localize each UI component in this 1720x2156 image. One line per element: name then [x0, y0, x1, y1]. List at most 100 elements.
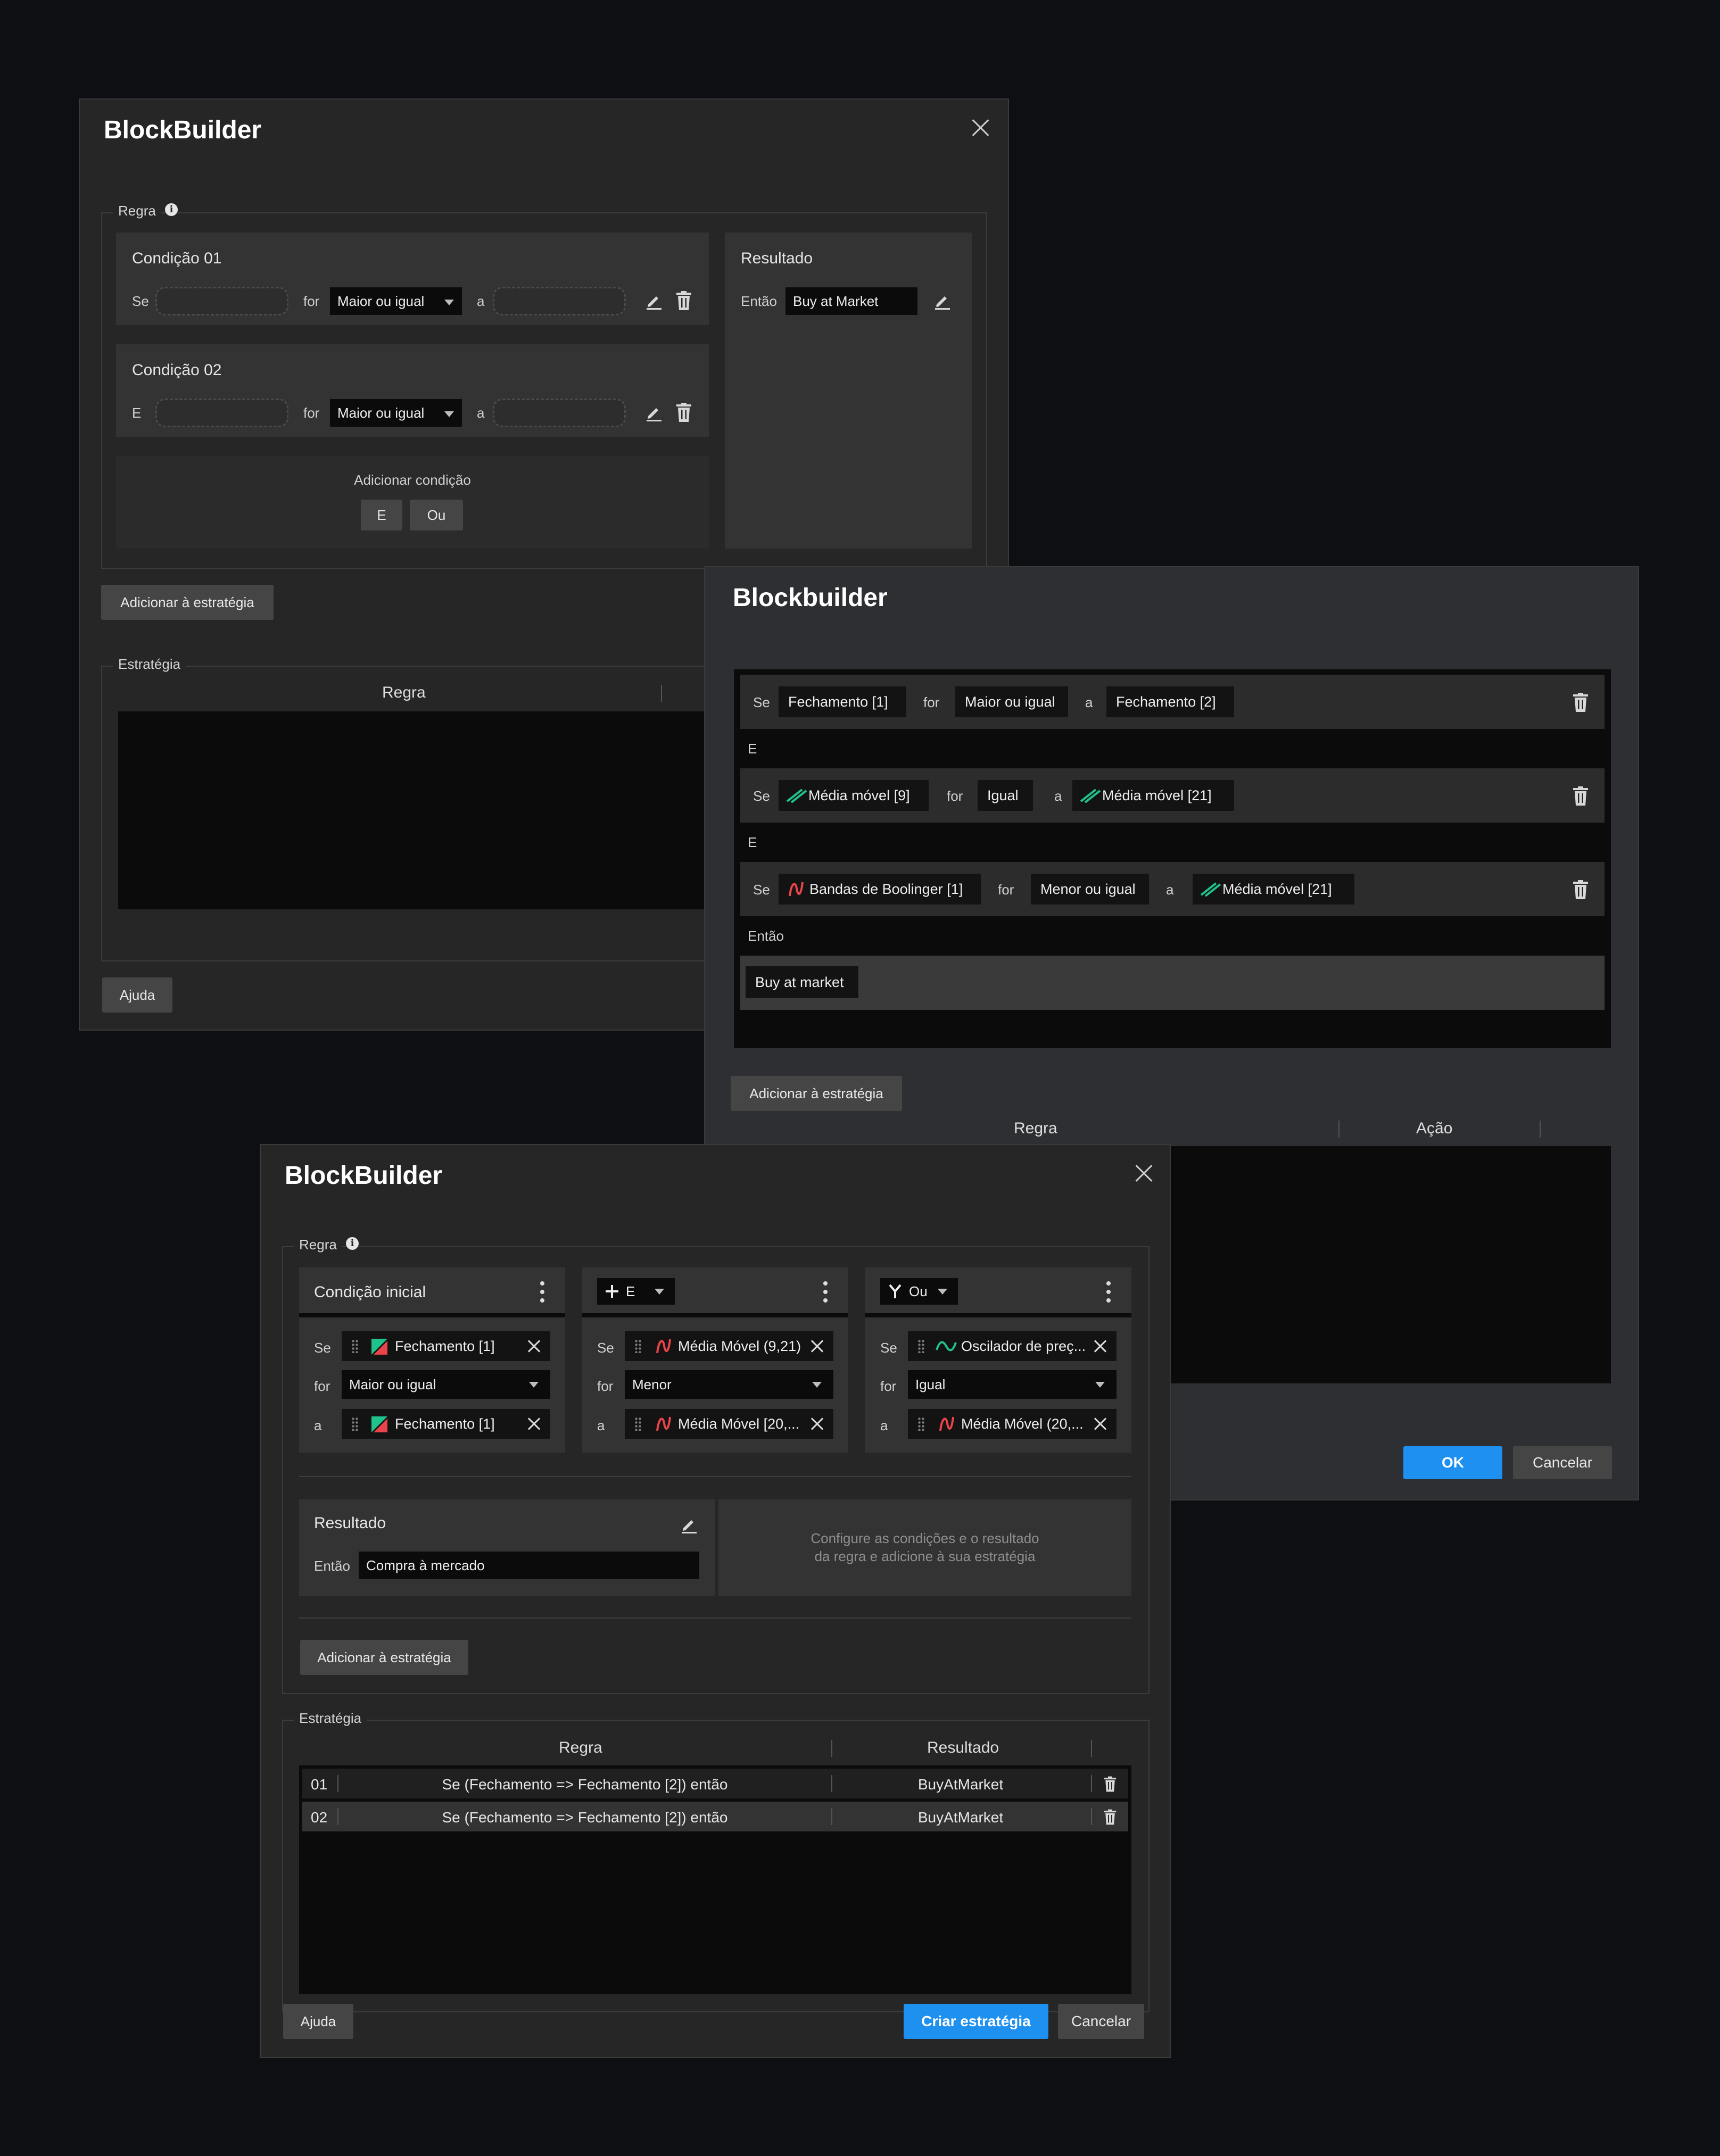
result-field[interactable]: Compra à mercado	[359, 1552, 699, 1579]
operator-select[interactable]: Maior ou igual	[342, 1370, 550, 1399]
trash-icon[interactable]	[1573, 693, 1589, 712]
right-operand-chip[interactable]: Fechamento [1]	[342, 1409, 550, 1439]
a-label: a	[314, 1417, 322, 1433]
strategy-table: 01 Se (Fechamento => Fechamento [2]) ent…	[299, 1765, 1131, 1994]
drag-handle-icon[interactable]	[351, 1417, 359, 1431]
moving-average-icon	[1080, 787, 1101, 803]
remove-icon[interactable]	[1093, 1339, 1107, 1353]
action-chip[interactable]: Buy at market	[746, 966, 858, 998]
right-operand-chip[interactable]: Média móvel [21]	[1072, 780, 1234, 811]
right-operand-chip[interactable]: Média móvel [21]	[1193, 874, 1354, 905]
left-operand-chip[interactable]: Oscilador de preç...	[908, 1331, 1117, 1361]
more-options-icon[interactable]	[540, 1281, 545, 1305]
left-operand-chip[interactable]: Média móvel [9]	[779, 780, 929, 811]
more-options-icon[interactable]	[823, 1281, 828, 1305]
or-button[interactable]: Ou	[410, 500, 463, 530]
operator-chip[interactable]: Menor ou igual	[1031, 874, 1149, 905]
table-row[interactable]: 01 Se (Fechamento => Fechamento [2]) ent…	[302, 1769, 1128, 1798]
bollinger-wave-icon	[788, 880, 804, 898]
cancel-button[interactable]: Cancelar	[1058, 2004, 1144, 2039]
for-label: for	[314, 1378, 330, 1394]
condition-row-3: Se Bandas de Boolinger [1] for Menor ou …	[740, 862, 1605, 916]
drag-handle-icon[interactable]	[917, 1339, 925, 1353]
moving-average-wave-icon	[656, 1415, 672, 1433]
info-icon[interactable]: i	[165, 203, 178, 216]
operator-select[interactable]: Igual	[908, 1370, 1117, 1399]
edit-icon[interactable]	[933, 292, 952, 310]
right-operand-slot[interactable]	[493, 399, 626, 427]
right-operand-chip[interactable]: Média Móvel (20,...	[908, 1409, 1117, 1439]
edit-icon[interactable]	[645, 292, 663, 310]
result-field[interactable]: Buy at Market	[785, 287, 917, 315]
close-icon[interactable]	[1135, 1164, 1153, 1182]
trash-icon[interactable]	[1104, 1809, 1117, 1825]
trash-icon[interactable]	[1573, 786, 1589, 806]
edit-icon[interactable]	[645, 403, 663, 421]
remove-icon[interactable]	[1093, 1417, 1107, 1431]
operator-chip[interactable]: Maior ou igual	[955, 686, 1068, 717]
trash-icon[interactable]	[1104, 1776, 1117, 1792]
row-result: BuyAtMarket	[917, 1776, 1004, 1793]
chevron-down-icon	[938, 1289, 947, 1295]
left-operand-chip[interactable]: Fechamento [1]	[779, 686, 906, 717]
operator-chip[interactable]: Igual	[978, 780, 1033, 811]
condition-02-panel: Condição 02 E for Maior ou igual a	[116, 344, 709, 437]
add-to-strategy-button[interactable]: Adicionar à estratégia	[101, 585, 274, 620]
for-label: for	[998, 882, 1014, 898]
column-divider	[1091, 1740, 1092, 1757]
right-operand-chip[interactable]: Média Móvel [20,...	[625, 1409, 833, 1439]
column-header-rule: Regra	[559, 1739, 602, 1756]
drag-handle-icon[interactable]	[351, 1339, 359, 1353]
result-divider	[715, 1499, 718, 1596]
close-price-icon	[371, 1416, 387, 1432]
left-operand-chip[interactable]: Fechamento [1]	[342, 1331, 550, 1361]
hint-text-line2: da regra e adicione à sua estratégia	[814, 1548, 1036, 1564]
drag-handle-icon[interactable]	[634, 1339, 642, 1353]
block-separator	[299, 1313, 565, 1317]
ok-button[interactable]: OK	[1403, 1446, 1502, 1479]
trash-icon[interactable]	[676, 291, 692, 310]
then-label: Então	[748, 928, 784, 944]
more-options-icon[interactable]	[1106, 1281, 1111, 1305]
cell-divider	[1091, 1775, 1092, 1792]
help-button[interactable]: Ajuda	[102, 977, 172, 1013]
and-button[interactable]: E	[361, 500, 402, 530]
column-header-rule: Regra	[1014, 1120, 1057, 1137]
add-to-strategy-button[interactable]: Adicionar à estratégia	[300, 1640, 468, 1675]
edit-icon[interactable]	[680, 1515, 698, 1533]
trash-icon[interactable]	[1573, 880, 1589, 899]
a-label: a	[1085, 694, 1093, 710]
create-strategy-button[interactable]: Criar estratégia	[904, 2004, 1048, 2039]
drag-handle-icon[interactable]	[917, 1417, 925, 1431]
add-to-strategy-button[interactable]: Adicionar à estratégia	[731, 1076, 902, 1111]
if-label: Se	[753, 788, 770, 804]
oscillator-icon	[936, 1339, 957, 1353]
left-operand-chip[interactable]: Média Móvel (9,21)	[625, 1331, 833, 1361]
for-label: for	[880, 1378, 897, 1394]
add-condition-label: Adicionar condição	[354, 472, 471, 488]
operator-select[interactable]: Maior ou igual	[330, 399, 462, 427]
left-operand-chip[interactable]: Bandas de Boolinger [1]	[779, 874, 981, 905]
cancel-button[interactable]: Cancelar	[1513, 1446, 1612, 1479]
column-divider	[831, 1740, 832, 1757]
remove-icon[interactable]	[810, 1417, 824, 1431]
drag-handle-icon[interactable]	[634, 1417, 642, 1431]
operator-select[interactable]: Menor	[625, 1370, 833, 1399]
remove-icon[interactable]	[527, 1339, 541, 1353]
operator-select[interactable]: Maior ou igual	[330, 287, 462, 315]
then-label: Então	[314, 1558, 350, 1574]
left-operand-slot[interactable]	[155, 287, 288, 316]
regra-legend: Regra	[294, 1237, 342, 1253]
close-icon[interactable]	[971, 119, 989, 137]
help-button[interactable]: Ajuda	[283, 2004, 353, 2039]
right-operand-chip[interactable]: Fechamento [2]	[1106, 686, 1234, 717]
right-operand-slot[interactable]	[493, 287, 626, 316]
a-label: a	[597, 1417, 605, 1433]
info-icon[interactable]: i	[346, 1237, 359, 1250]
remove-icon[interactable]	[810, 1339, 824, 1353]
dialog-title: BlockBuilder	[104, 116, 262, 144]
left-operand-slot[interactable]	[155, 399, 288, 427]
remove-icon[interactable]	[527, 1417, 541, 1431]
table-row[interactable]: 02 Se (Fechamento => Fechamento [2]) ent…	[302, 1802, 1128, 1831]
trash-icon[interactable]	[676, 403, 692, 422]
